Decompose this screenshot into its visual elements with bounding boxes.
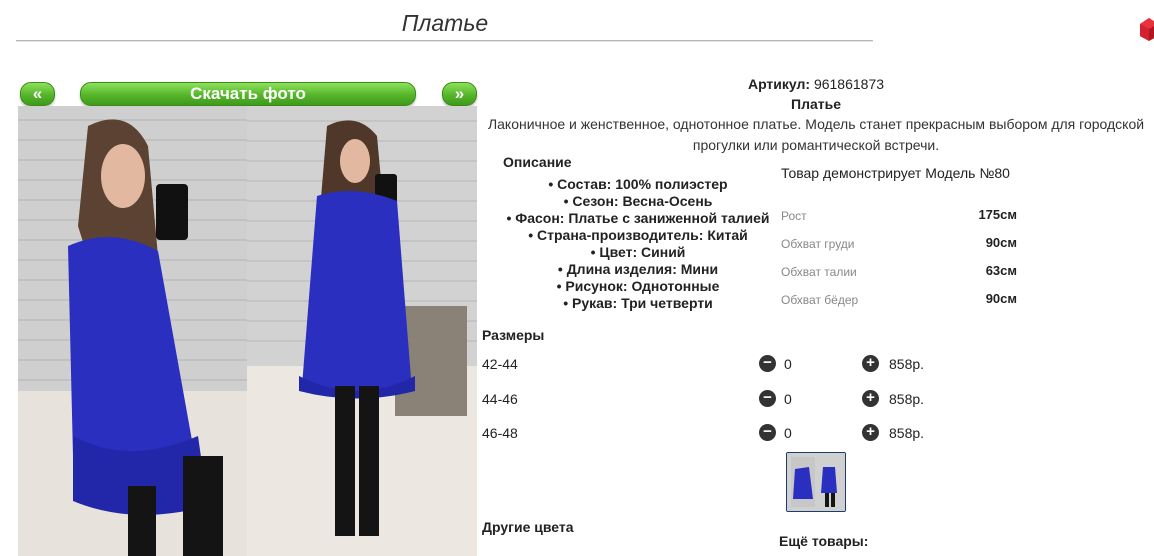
price-value: 858р. — [889, 356, 925, 372]
property-item: • Сезон: Весна-Осень — [563, 193, 713, 209]
property-item: • Страна-производитель: Китай — [528, 227, 748, 243]
title-divider — [16, 40, 873, 41]
product-photo-2[interactable] — [247, 106, 477, 556]
price-value: 858р. — [889, 425, 925, 441]
product-name: Платье — [791, 96, 841, 112]
size-label: 42-44 — [482, 356, 518, 372]
next-photo-button[interactable]: » — [442, 82, 477, 106]
measurement-value: 90см — [985, 235, 1017, 250]
other-colors-heading: Другие цвета — [482, 519, 574, 535]
plus-circle-icon[interactable]: + — [862, 355, 879, 372]
plus-circle-icon[interactable]: + — [862, 424, 879, 441]
property-item: • Цвет: Синий — [590, 244, 686, 260]
price-value: 858р. — [889, 391, 925, 407]
minus-circle-icon[interactable]: − — [759, 355, 776, 372]
color-thumbnail[interactable] — [786, 452, 846, 512]
property-item: • Фасон: Платье с заниженной талией — [506, 210, 770, 226]
description-heading: Описание — [503, 154, 572, 170]
prev-photo-button[interactable]: « — [20, 82, 55, 106]
properties-list: • Состав: 100% полиэстер • Сезон: Весна-… — [478, 176, 798, 312]
measurement-row-height: Рост 175см — [781, 207, 1017, 227]
more-items-heading: Ещё товары: — [779, 533, 869, 549]
size-label: 46-48 — [482, 425, 518, 441]
cube-icon[interactable] — [1140, 16, 1154, 42]
quantity-value: 0 — [784, 425, 792, 441]
article-line: Артикул: 961861873 — [478, 76, 1154, 92]
measurement-label: Обхват талии — [781, 265, 857, 279]
measurement-value: 175см — [978, 207, 1017, 222]
measurement-label: Обхват бёдер — [781, 293, 859, 307]
size-label: 44-46 — [482, 391, 518, 407]
size-row: 44-46 − 0 + 858р. — [482, 389, 942, 409]
quantity-value: 0 — [784, 356, 792, 372]
minus-circle-icon[interactable]: − — [759, 424, 776, 441]
measurement-row-bust: Обхват груди 90см — [781, 235, 1017, 255]
measurement-row-hips: Обхват бёдер 90см — [781, 291, 1017, 311]
measurement-row-waist: Обхват талии 63см — [781, 263, 1017, 283]
quantity-value: 0 — [784, 391, 792, 407]
property-item: • Длина изделия: Мини — [557, 261, 719, 277]
measurement-value: 90см — [985, 291, 1017, 306]
plus-circle-icon[interactable]: + — [862, 390, 879, 407]
download-photo-button[interactable]: Скачать фото — [80, 82, 416, 106]
minus-circle-icon[interactable]: − — [759, 390, 776, 407]
measurement-value: 63см — [985, 263, 1017, 278]
property-item: • Состав: 100% полиэстер — [548, 176, 728, 192]
product-photo-1[interactable] — [18, 106, 247, 556]
property-item: • Рукав: Три четверти — [563, 295, 713, 311]
article-value: 961861873 — [813, 76, 885, 92]
size-row: 46-48 − 0 + 858р. — [482, 423, 942, 443]
measurement-label: Обхват груди — [781, 237, 855, 251]
model-note: Товар демонстрирует Модель №80 — [781, 165, 1010, 181]
article-label: Артикул: — [747, 76, 811, 92]
property-item: • Рисунок: Однотонные — [556, 278, 720, 294]
page-title: Платье — [401, 10, 489, 36]
sizes-heading: Размеры — [482, 327, 545, 343]
product-description: Лаконичное и женственное, однотонное пла… — [487, 116, 1145, 153]
size-row: 42-44 − 0 + 858р. — [482, 354, 942, 374]
measurement-label: Рост — [781, 209, 807, 223]
